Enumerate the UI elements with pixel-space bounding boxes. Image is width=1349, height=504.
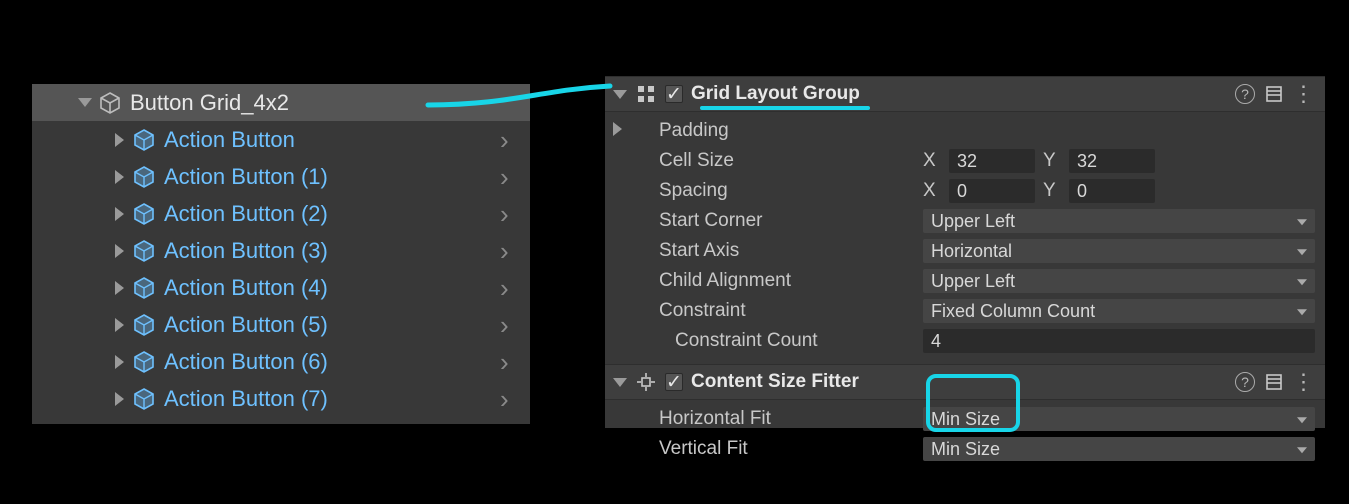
- annotation-highlight-box: [926, 374, 1020, 432]
- annotation-connector: [0, 0, 1349, 504]
- annotation-underline: [700, 106, 870, 110]
